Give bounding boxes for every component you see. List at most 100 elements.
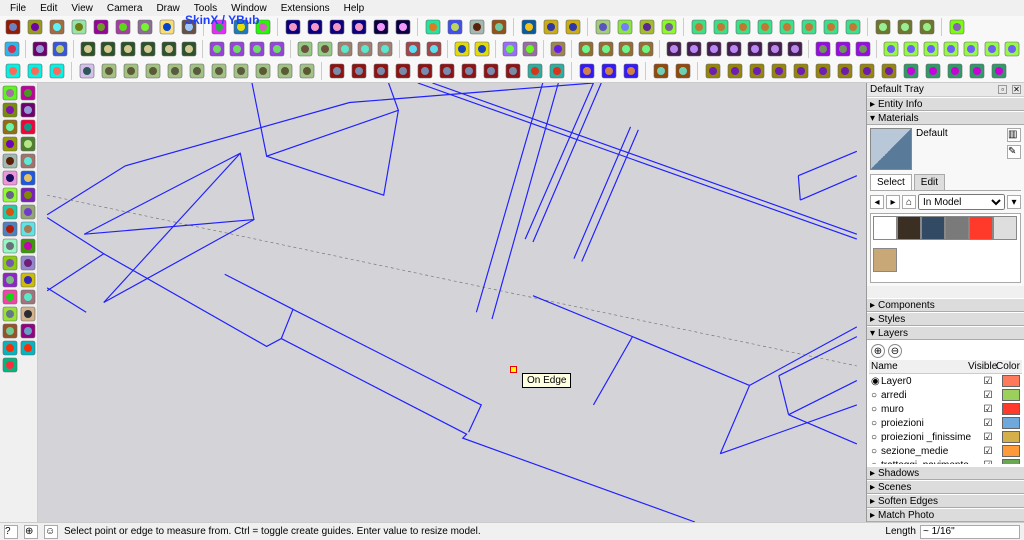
tool-pie-icon[interactable] <box>20 153 36 169</box>
tool-dims-icon[interactable] <box>2 255 18 271</box>
material-preview[interactable] <box>870 128 912 170</box>
material-create-icon[interactable]: ✎ <box>1007 145 1021 159</box>
layers-header-visible[interactable]: Visible <box>968 361 996 372</box>
layers-add-icon[interactable]: ⊕ <box>871 344 885 358</box>
tool-zoomext-icon[interactable] <box>20 306 36 322</box>
toolbar-arr2-icon[interactable] <box>349 61 369 81</box>
toolbar-grp2-icon[interactable] <box>673 61 693 81</box>
viewport[interactable]: On Edge <box>38 83 866 522</box>
layer-visible-checkbox[interactable]: ☑ <box>974 446 1002 457</box>
layer-visible-checkbox[interactable]: ☑ <box>974 404 1002 415</box>
toolbar-cube1-icon[interactable] <box>283 17 303 37</box>
toolbar-pencil-icon[interactable] <box>445 17 465 37</box>
toolbar-dl2-icon[interactable] <box>425 39 443 59</box>
material-swatch[interactable] <box>873 216 897 240</box>
toolbar-tex3-icon[interactable] <box>747 61 767 81</box>
tool-pushpull-icon[interactable] <box>2 221 18 237</box>
toolbar-tex7-icon[interactable] <box>835 61 855 81</box>
tool-lasso-icon[interactable] <box>20 85 36 101</box>
layer-name[interactable]: muro <box>881 404 974 415</box>
toolbar-grid1-icon[interactable] <box>665 39 683 59</box>
toolbar-rot1-icon[interactable] <box>208 39 226 59</box>
tool-circle-icon[interactable] <box>20 136 36 152</box>
layer-color-swatch[interactable] <box>1002 431 1020 443</box>
toolbar-cube6-icon[interactable] <box>393 17 413 37</box>
tool-bucket-icon[interactable] <box>2 102 18 118</box>
material-display-pane-icon[interactable]: ▥ <box>1007 128 1021 142</box>
layer-visible-checkbox[interactable]: ☑ <box>974 390 1002 401</box>
toolbar-cut-icon[interactable] <box>113 17 133 37</box>
tool-protractor-icon[interactable] <box>20 238 36 254</box>
tray-pin-icon[interactable]: ▫ <box>998 85 1007 94</box>
toolbar-tex11-icon[interactable] <box>923 61 943 81</box>
toolbar-comp2-icon[interactable] <box>25 61 45 81</box>
toolbar-tex13-icon[interactable] <box>967 61 987 81</box>
toolbar-stamp3-icon[interactable] <box>917 17 937 37</box>
toolbar-cube-b-icon[interactable] <box>99 39 117 59</box>
toolbar-comp3-icon[interactable] <box>47 61 67 81</box>
section-shadows[interactable]: ▸Shadows <box>867 466 1024 480</box>
layer-current-radio[interactable]: ○ <box>871 404 881 415</box>
layers-header-color[interactable]: Color <box>996 361 1020 372</box>
toolbar-cube4-icon[interactable] <box>349 17 369 37</box>
material-swatch[interactable] <box>873 248 897 272</box>
toolbar-arr5-icon[interactable] <box>415 61 435 81</box>
toolbar-rot3-icon[interactable] <box>248 39 266 59</box>
toolbar-b-icon[interactable] <box>121 61 141 81</box>
tool-rotate-icon[interactable] <box>20 187 36 203</box>
toolbar-f-icon[interactable] <box>209 61 229 81</box>
toolbar-arrow-icon[interactable] <box>3 39 21 59</box>
toolbar-e-icon[interactable] <box>187 61 207 81</box>
toolbar-book1-icon[interactable] <box>689 17 709 37</box>
toolbar-arr11-icon[interactable] <box>547 61 567 81</box>
layer-color-swatch[interactable] <box>1002 417 1020 429</box>
toolbar-globe-icon[interactable] <box>947 17 967 37</box>
toolbar-tex12-icon[interactable] <box>945 61 965 81</box>
tool-text-icon[interactable] <box>20 255 36 271</box>
toolbar-dl1-icon[interactable] <box>404 39 422 59</box>
toolbar-xray-icon[interactable] <box>549 39 567 59</box>
toolbar-cube-a-icon[interactable] <box>79 39 97 59</box>
toolbar-grid3-icon[interactable] <box>705 39 723 59</box>
status-credits-icon[interactable]: ☺ <box>44 525 58 539</box>
menu-view[interactable]: View <box>65 2 99 15</box>
layer-name[interactable]: Layer0 <box>881 376 974 387</box>
layers-remove-icon[interactable]: ⊖ <box>888 344 902 358</box>
toolbar-book3-icon[interactable] <box>733 17 753 37</box>
tool-3dtext-icon[interactable] <box>20 170 36 186</box>
toolbar-cube-c-icon[interactable] <box>119 39 137 59</box>
toolbar-blue1-icon[interactable] <box>577 61 597 81</box>
section-components[interactable]: ▸Components <box>867 298 1024 312</box>
tray-header[interactable]: Default Tray ▫ ✕ <box>867 83 1024 97</box>
toolbar-brush-icon[interactable] <box>51 39 69 59</box>
material-swatch[interactable] <box>921 216 945 240</box>
toolbar-win3-icon[interactable] <box>617 39 635 59</box>
toolbar-cube-e-icon[interactable] <box>160 39 178 59</box>
toolbar-grid2-icon[interactable] <box>685 39 703 59</box>
tool-pan-icon[interactable] <box>20 289 36 305</box>
layer-visible-checkbox[interactable]: ☑ <box>974 432 1002 443</box>
toolbar-sq2-icon[interactable] <box>356 39 374 59</box>
section-styles[interactable]: ▸Styles <box>867 312 1024 326</box>
toolbar-tex8-icon[interactable] <box>857 61 877 81</box>
layer-color-swatch[interactable] <box>1002 375 1020 387</box>
material-swatch[interactable] <box>897 216 921 240</box>
materials-tab-edit[interactable]: Edit <box>914 174 945 190</box>
material-swatch[interactable] <box>969 216 993 240</box>
layer-current-radio[interactable]: ○ <box>871 418 881 429</box>
toolbar-sq1-icon[interactable] <box>336 39 354 59</box>
tool-polygon-icon[interactable] <box>2 170 18 186</box>
toolbar-new-icon[interactable] <box>47 17 67 37</box>
toolbar-book2-icon[interactable] <box>711 17 731 37</box>
toolbar-redo-icon[interactable] <box>25 17 45 37</box>
toolbar-book4-icon[interactable] <box>755 17 775 37</box>
toolbar-d-icon[interactable] <box>165 61 185 81</box>
toolbar-j-icon[interactable] <box>297 61 317 81</box>
toolbar-out2-icon[interactable] <box>902 39 920 59</box>
toolbar-tex10-icon[interactable] <box>901 61 921 81</box>
toolbar-comp1-icon[interactable] <box>3 61 23 81</box>
toolbar-sec2-icon[interactable] <box>834 39 852 59</box>
menu-file[interactable]: File <box>4 2 32 15</box>
toolbar-coffee2-icon[interactable] <box>473 39 491 59</box>
tool-rect-icon[interactable] <box>2 136 18 152</box>
